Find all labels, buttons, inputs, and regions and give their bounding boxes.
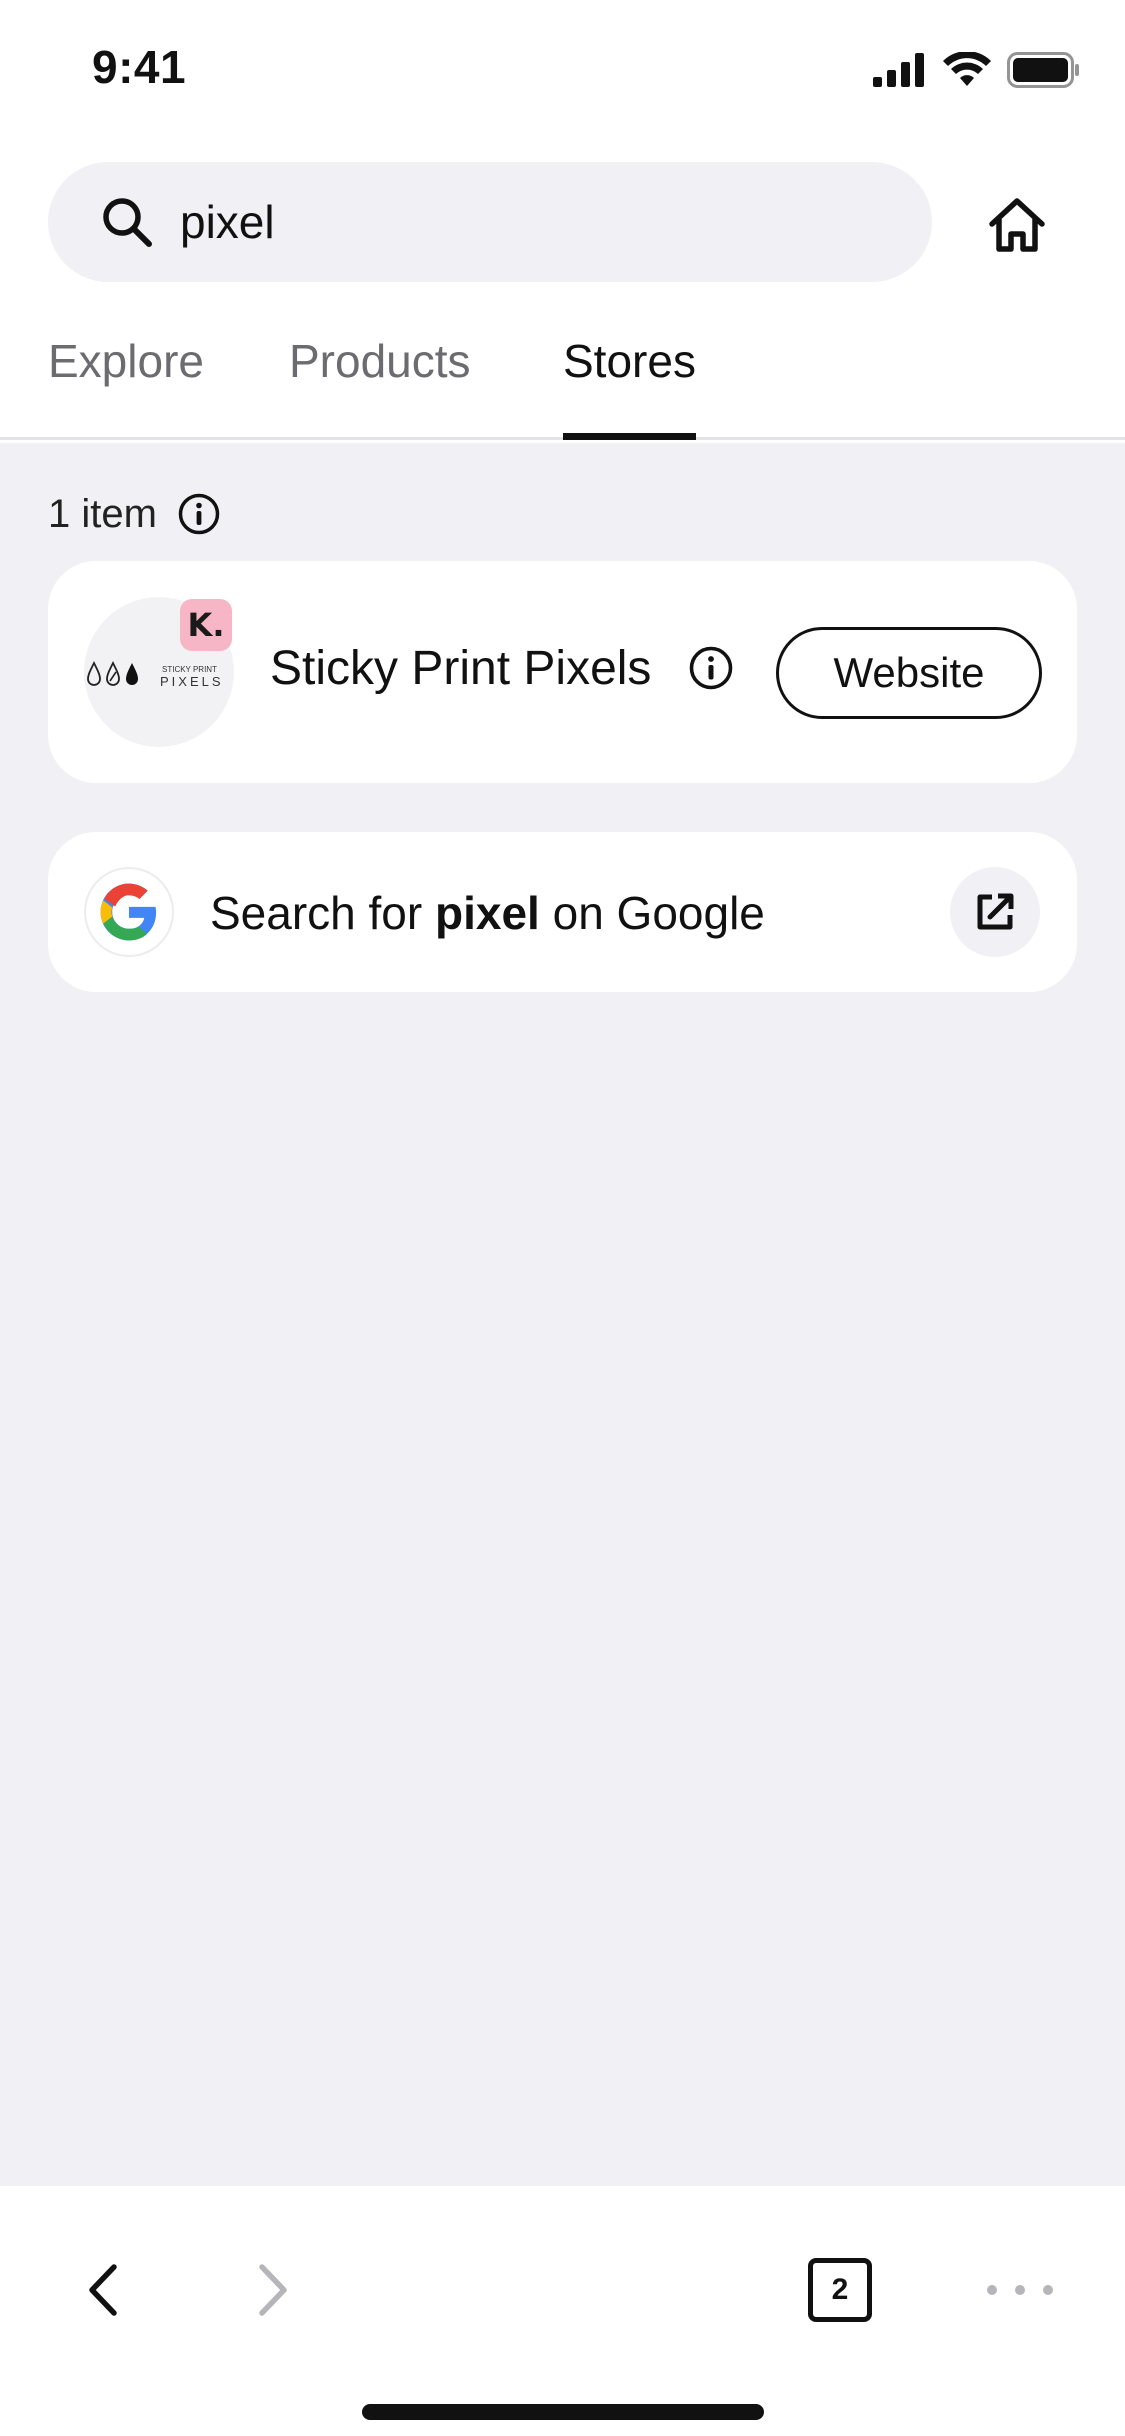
more-button[interactable] <box>972 2242 1068 2338</box>
search-input[interactable] <box>180 182 900 262</box>
home-button[interactable] <box>972 180 1062 270</box>
home-icon <box>989 198 1045 252</box>
status-time: 9:41 <box>92 41 187 93</box>
tab-count: 2 <box>808 2258 872 2322</box>
logo-text-top: STICKY PRINT <box>162 665 217 674</box>
bottom-toolbar: 2 <box>0 2186 1125 2436</box>
status-bar: 9:41 <box>0 0 1125 140</box>
status-icons <box>873 48 1081 92</box>
battery-icon <box>1007 52 1079 88</box>
google-g-icon <box>100 883 157 941</box>
store-info-icon[interactable] <box>688 645 734 691</box>
tab-stores[interactable]: Stores <box>563 320 696 440</box>
tab-products[interactable]: Products <box>289 320 471 440</box>
forward-button[interactable] <box>224 2242 320 2338</box>
chevron-right-icon <box>259 2264 287 2316</box>
tab-explore[interactable]: Explore <box>48 320 204 440</box>
chevron-left-icon <box>89 2264 117 2316</box>
home-indicator[interactable] <box>362 2404 764 2420</box>
google-search-prefix: Search for <box>210 887 435 939</box>
tab-label: Stores <box>563 335 696 387</box>
open-external-button[interactable] <box>950 867 1040 957</box>
klarna-badge: K. <box>180 599 232 651</box>
store-name[interactable]: Sticky Print Pixels <box>270 641 651 696</box>
google-search-text: Search for pixel on Google <box>210 886 765 940</box>
back-button[interactable] <box>56 2242 152 2338</box>
search-bar[interactable] <box>48 162 932 282</box>
logo-text-bottom: PIXELS <box>160 674 224 689</box>
tab-label: Products <box>289 335 471 387</box>
tabs-button[interactable]: 2 <box>792 2242 888 2338</box>
external-link-icon <box>977 893 1014 930</box>
store-card[interactable]: STICKY PRINT PIXELS K. Sticky Print Pixe… <box>48 561 1077 783</box>
tab-bar: Explore Products Stores <box>0 320 1125 440</box>
google-search-suffix: on Google <box>539 887 765 939</box>
results-count: 1 item <box>48 491 157 536</box>
google-search-term: pixel <box>435 887 540 939</box>
results-count-row: 1 item <box>48 489 221 539</box>
cellular-signal-icon <box>873 53 924 87</box>
more-dots-icon <box>987 2285 1053 2295</box>
tab-label: Explore <box>48 335 204 387</box>
google-logo <box>84 867 174 957</box>
google-search-card[interactable]: Search for pixel on Google <box>48 832 1077 992</box>
header: Explore Products Stores <box>0 140 1125 440</box>
info-icon[interactable] <box>177 492 221 536</box>
search-icon <box>103 198 152 247</box>
page: 9:41 pixel Explore Products Stores 1 ite… <box>0 0 1125 2436</box>
store-logo-image: STICKY PRINT PIXELS <box>87 660 224 689</box>
results-area: 1 item STICKY PRINT PIXELS K. Sticky Pri… <box>0 443 1125 2186</box>
website-button[interactable]: Website <box>776 627 1042 719</box>
wifi-icon <box>943 52 991 86</box>
